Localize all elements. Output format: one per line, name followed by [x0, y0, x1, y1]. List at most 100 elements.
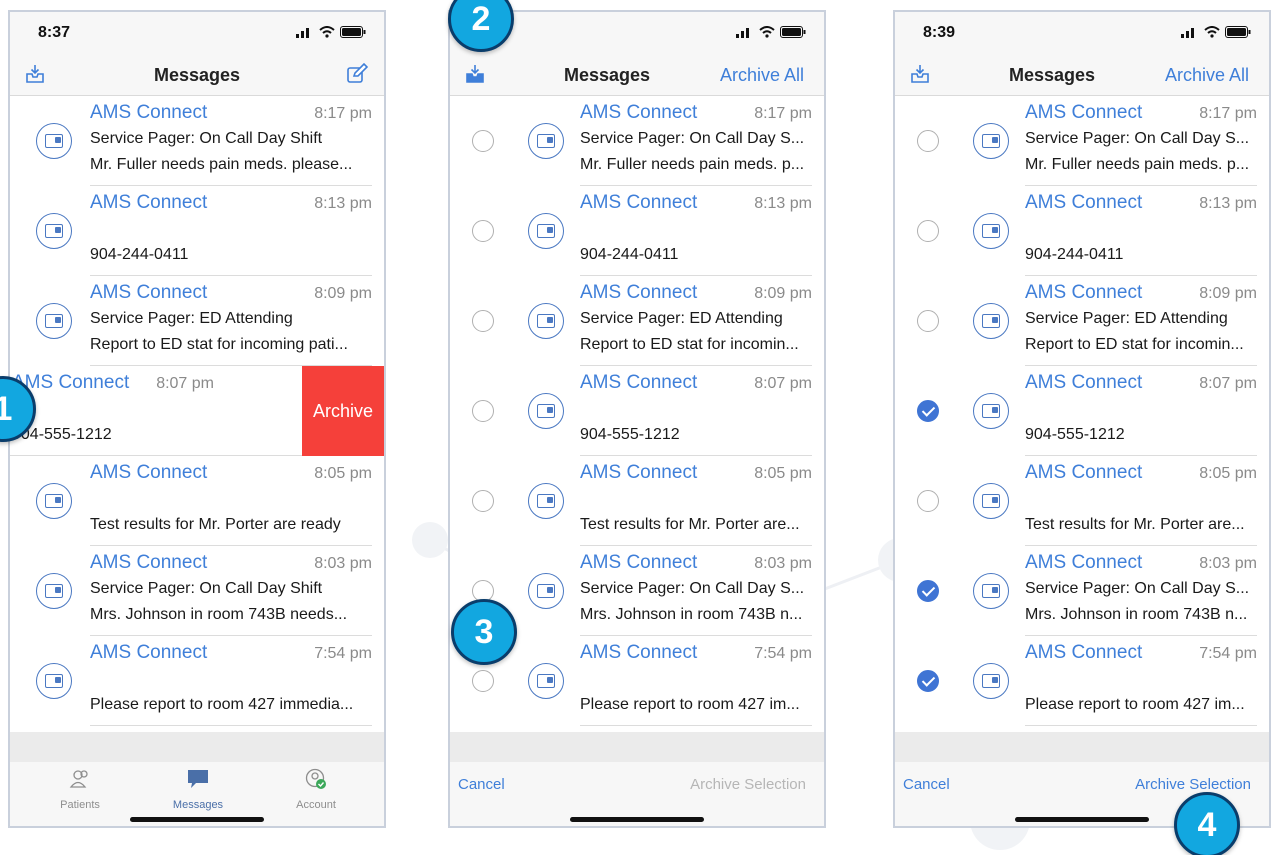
message-row[interactable]: AMS Connect 8:03 pm Service Pager: On Call… — [10, 546, 384, 636]
message-preview: 904-555-1212 — [12, 426, 112, 443]
chat-bubble-icon — [188, 770, 208, 788]
message-row[interactable]: AMS Connect 8:09 pm Service Pager: ED Atte… — [895, 276, 1269, 366]
message-row[interactable]: AMS Connect 8:13 pm 904-244-0411 — [10, 186, 384, 276]
selection-checkbox[interactable] — [917, 130, 939, 152]
message-row[interactable]: AMS Connect 8:13 pm 904-244-0411 — [895, 186, 1269, 276]
message-row[interactable]: AMS Connect 8:17 pm Service Pager: On Call… — [10, 96, 384, 186]
selection-checkbox-checked[interactable] — [917, 400, 939, 422]
message-row[interactable]: AMS Connect 8:05 pm Test results for Mr. P… — [10, 456, 384, 546]
selection-checkbox[interactable] — [472, 130, 494, 152]
selection-checkbox[interactable] — [472, 490, 494, 512]
selection-checkbox[interactable] — [917, 490, 939, 512]
message-row[interactable]: AMS Connect 8:05 pm Test results for Mr. P… — [895, 456, 1269, 546]
message-sender: AMS Connect — [90, 552, 208, 573]
cancel-button[interactable]: Cancel — [458, 776, 505, 793]
message-time: 8:13 pm — [754, 195, 812, 212]
message-avatar-icon — [528, 303, 564, 339]
selection-checkbox[interactable] — [472, 400, 494, 422]
message-row[interactable]: AMS Connect 8:17 pm Service Pager: On Call… — [450, 96, 824, 186]
message-row[interactable]: AMS Connect 8:07 pm 904-555-1212 — [895, 366, 1269, 456]
message-preview: Mrs. Johnson in room 743B needs... — [90, 606, 348, 623]
message-row[interactable]: AMS Connect 8:03 pm Service Pager: On Call… — [895, 546, 1269, 636]
selection-checkbox-checked[interactable] — [917, 580, 939, 602]
message-row[interactable]: AMS Connect 8:05 pm Test results for Mr. P… — [450, 456, 824, 546]
status-time: 8:37 — [38, 24, 71, 41]
message-sender: AMS Connect — [1025, 372, 1143, 393]
selection-checkbox-checked[interactable] — [917, 670, 939, 692]
account-icon — [305, 768, 326, 789]
archive-selection-button[interactable]: Archive Selection — [690, 776, 806, 793]
message-preview: Test results for Mr. Porter are... — [580, 516, 800, 533]
page-title: Messages — [153, 65, 241, 85]
message-sender: AMS Connect — [580, 282, 698, 303]
nav-bar: Messages — [10, 56, 384, 96]
message-preview: Mr. Fuller needs pain meds. p... — [580, 156, 805, 173]
message-preview: Report to ED stat for incoming pati... — [90, 336, 348, 353]
message-row[interactable]: AMS Connect 8:07 pm 904-555-1212 Archive — [10, 366, 384, 456]
status-icons — [1181, 26, 1251, 38]
tab-label: Account — [296, 799, 336, 811]
message-sender: AMS Connect — [1025, 192, 1143, 213]
message-preview: 904-244-0411 — [580, 246, 679, 263]
device-icon — [537, 224, 555, 238]
cancel-button[interactable]: Cancel — [903, 776, 950, 793]
message-avatar-icon — [528, 663, 564, 699]
wifi-icon — [319, 26, 335, 38]
status-icons — [736, 26, 806, 38]
archive-all-button[interactable]: Archive All — [720, 65, 804, 86]
message-row[interactable]: AMS Connect 8:07 pm 904-555-1212 — [450, 366, 824, 456]
message-list: AMS Connect 8:17 pm Service Pager: On Call… — [10, 96, 384, 732]
message-preview: Please report to room 427 immedia... — [90, 696, 354, 713]
selection-checkbox[interactable] — [917, 310, 939, 332]
compose-icon[interactable] — [346, 63, 368, 85]
step-number: 3 — [474, 612, 494, 651]
message-subject: Service Pager: ED Attending — [90, 310, 293, 327]
message-row[interactable]: AMS Connect 7:54 pm Please report to room … — [895, 636, 1269, 726]
device-icon — [537, 584, 555, 598]
selection-checkbox[interactable] — [917, 220, 939, 242]
tab-patients[interactable]: Patients — [20, 768, 140, 811]
message-row[interactable]: AMS Connect 8:13 pm 904-244-0411 — [450, 186, 824, 276]
message-row-content: AMS Connect 8:09 pm Service Pager: ED Atte… — [10, 276, 384, 366]
message-time: 8:17 pm — [1199, 105, 1257, 122]
device-icon — [45, 494, 63, 508]
message-preview: Test results for Mr. Porter are... — [1025, 516, 1245, 533]
message-subject: Service Pager: On Call Day Shift — [90, 130, 323, 147]
archive-selection-button[interactable]: Archive Selection — [1135, 776, 1251, 793]
message-time: 8:03 pm — [314, 555, 372, 572]
message-time: 8:09 pm — [1199, 285, 1257, 302]
device-icon — [45, 674, 63, 688]
device-icon — [982, 314, 1000, 328]
message-row-content: AMS Connect 7:54 pm Please report to room … — [895, 636, 1269, 726]
device-icon — [982, 584, 1000, 598]
message-sender: AMS Connect — [1025, 552, 1143, 573]
message-sender: AMS Connect — [90, 642, 208, 663]
selection-checkbox[interactable] — [472, 670, 494, 692]
archive-all-button[interactable]: Archive All — [1165, 65, 1249, 86]
message-row[interactable]: AMS Connect 8:09 pm Service Pager: ED Atte… — [10, 276, 384, 366]
message-time: 7:54 pm — [754, 645, 812, 662]
message-row[interactable]: AMS Connect 8:17 pm Service Pager: On Call… — [895, 96, 1269, 186]
device-icon — [982, 494, 1000, 508]
message-row[interactable]: AMS Connect 8:09 pm Service Pager: ED Atte… — [450, 276, 824, 366]
message-row-content: AMS Connect 7:54 pm Please report to room … — [10, 636, 384, 726]
message-sender: AMS Connect — [580, 192, 698, 213]
status-bar: 8:39 — [895, 12, 1269, 56]
message-sender: AMS Connect — [580, 462, 698, 483]
battery-icon — [780, 26, 806, 38]
swipe-archive-button[interactable]: Archive — [302, 366, 384, 456]
message-avatar-icon — [973, 393, 1009, 429]
device-icon — [45, 224, 63, 238]
tab-messages[interactable]: Messages — [138, 768, 258, 811]
message-preview: Please report to room 427 im... — [580, 696, 800, 713]
message-row[interactable]: AMS Connect 7:54 pm Please report to room … — [10, 636, 384, 726]
status-time: 8:39 — [923, 24, 956, 41]
message-time: 8:03 pm — [1199, 555, 1257, 572]
tab-account[interactable]: Account — [256, 768, 376, 811]
phone-screen-messages-swipe: 8:37 Messages AMS Connect 8:17 pm Service … — [8, 10, 386, 828]
message-row-content: AMS Connect 8:17 pm Service Pager: On Call… — [10, 96, 384, 186]
selection-checkbox[interactable] — [472, 310, 494, 332]
message-row-content: AMS Connect 8:17 pm Service Pager: On Call… — [450, 96, 824, 186]
selection-checkbox[interactable] — [472, 220, 494, 242]
signal-icon — [736, 28, 749, 38]
